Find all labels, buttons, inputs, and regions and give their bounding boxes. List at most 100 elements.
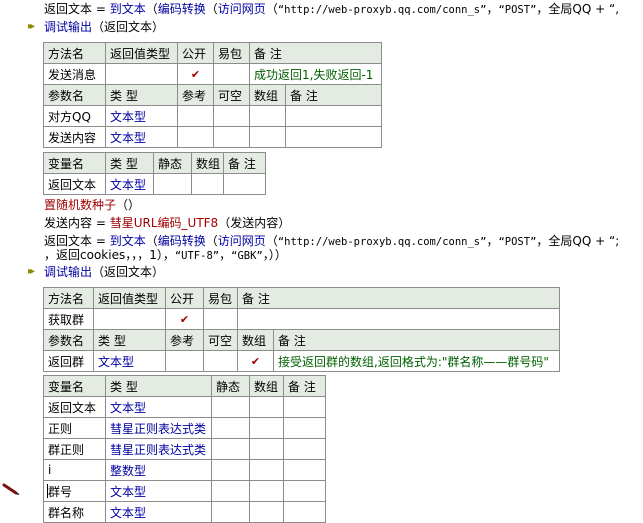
param-name-cell[interactable]: 对方QQ — [43, 105, 106, 127]
checkmark-icon[interactable]: ✔ — [165, 308, 204, 330]
easy-pack-cell[interactable] — [203, 308, 238, 330]
pencil-icon — [2, 483, 20, 495]
code-line-random-seed[interactable]: 置随机数种子（） — [44, 197, 140, 213]
code-line-debug-output-2[interactable]: 调试输出（返回文本） — [44, 264, 164, 280]
method-table-send-message: 方法名 返回值类型 公开 易包 备 注 发送消息 ✔ 成功返回1,失败返回-1 … — [43, 42, 383, 148]
var-name-cell[interactable]: 返回文本 — [43, 173, 106, 195]
func-to-text: 到文本 — [109, 234, 146, 248]
func-url-encode-utf8: 彗星URL编码_UTF8 — [109, 216, 219, 230]
global-qq-var: 全局QQ — [548, 234, 592, 248]
var-type-cell[interactable]: 彗星正则表达式类 — [105, 438, 212, 460]
method-name-cell[interactable]: 发送消息 — [43, 63, 106, 85]
table-row[interactable]: 返回群 文本型 ✔ 接受返回群的数组,返回格式为:"群名称——群号码" — [43, 350, 561, 372]
method-name-cell[interactable]: 获取群 — [43, 308, 94, 330]
table-row[interactable]: 返回文本 文本型 — [43, 173, 266, 195]
return-type-cell[interactable] — [93, 308, 166, 330]
table-row[interactable]: 发送内容 文本型 — [43, 126, 383, 148]
var-name-cell[interactable]: 返回文本 — [43, 396, 106, 418]
header-note: 备 注 — [223, 152, 266, 174]
header-array: 数组 — [237, 329, 274, 351]
param-type-cell[interactable]: 文本型 — [105, 126, 178, 148]
func-encode-convert: 编码转换 — [157, 2, 206, 16]
header-var-name: 变量名 — [43, 375, 106, 397]
header-nullable: 可空 — [213, 84, 250, 106]
func-set-random-seed: 置随机数种子 — [44, 198, 117, 212]
expand-arrow-icon[interactable]: ▸▸ — [28, 21, 35, 32]
table-row[interactable]: 群名称 文本型 — [43, 501, 326, 523]
param-name-cell[interactable]: 发送内容 — [43, 126, 106, 148]
header-note: 备 注 — [248, 42, 383, 64]
var-type-cell[interactable]: 文本型 — [105, 396, 212, 418]
func-debug-output: 调试输出 — [44, 265, 93, 279]
header-easy-pack: 易包 — [203, 287, 238, 309]
var-table-get-group: 变量名 类 型 静态 数组 备 注 返回文本 文本型 正则 彗星正则表达式类 群… — [43, 375, 326, 523]
note-cell[interactable]: 成功返回1,失败返回-1 — [248, 63, 383, 85]
param-type-cell[interactable]: 文本型 — [105, 105, 178, 127]
var-name-cell[interactable]: 群名称 — [43, 501, 106, 523]
var-table-send-message: 变量名 类 型 静态 数组 备 注 返回文本 文本型 — [43, 152, 266, 195]
header-var-name: 变量名 — [43, 152, 106, 174]
header-array: 数组 — [191, 152, 224, 174]
global-qq-var: 全局QQ — [548, 2, 592, 16]
header-public: 公开 — [165, 287, 204, 309]
var-name-cell[interactable]: 群正则 — [43, 438, 106, 460]
var-type-cell[interactable]: 文本型 — [105, 173, 154, 195]
var-name: 返回文本 — [44, 2, 93, 16]
code-line-return-text-1[interactable]: 返回文本 = 到文本（编码转换（访问网页（“http://web-proxyb.… — [44, 1, 619, 17]
method-table-get-group: 方法名 返回值类型 公开 易包 备 注 获取群 ✔ 参数名 类 型 参考 可空 … — [43, 287, 561, 372]
code-line-debug-output-1[interactable]: 调试输出（返回文本） — [44, 19, 164, 35]
url-string: “http://web-proxyb.qq.com/conn_s” — [277, 4, 487, 16]
var-type-cell[interactable]: 文本型 — [105, 480, 212, 502]
easy-pack-cell[interactable] — [213, 63, 250, 85]
func-debug-output: 调试输出 — [44, 20, 93, 34]
header-param-name: 参数名 — [43, 84, 106, 106]
note-cell[interactable] — [236, 308, 561, 330]
header-array: 数组 — [249, 375, 284, 397]
url-string: “http://web-proxyb.qq.com/conn_s” — [277, 236, 487, 248]
header-method-name: 方法名 — [43, 42, 106, 64]
table-row[interactable]: 对方QQ 文本型 — [43, 105, 383, 127]
header-type: 类 型 — [105, 375, 212, 397]
table-row[interactable]: 返回文本 文本型 — [43, 396, 326, 418]
header-easy-pack: 易包 — [213, 42, 250, 64]
var-name-cell[interactable]: 正则 — [43, 417, 106, 439]
func-visit-web: 访问网页 — [217, 2, 266, 16]
header-static: 静态 — [153, 152, 192, 174]
var-type-cell[interactable]: 彗星正则表达式类 — [105, 417, 212, 439]
code-line-return-text-2-cont[interactable]: ，返回cookies，，，1），“UTF-8”，“GBK”，）） — [44, 247, 287, 263]
table-row[interactable]: 群号 文本型 — [43, 480, 326, 502]
checkmark-icon[interactable]: ✔ — [237, 350, 274, 372]
method-string: “POST” — [498, 4, 537, 16]
header-type: 类 型 — [93, 329, 166, 351]
table-row[interactable]: 正则 彗星正则表达式类 — [43, 417, 326, 439]
header-static: 静态 — [211, 375, 250, 397]
table-row[interactable]: i 整数型 — [43, 459, 326, 481]
text-caret — [47, 484, 48, 498]
return-type-cell[interactable] — [105, 63, 178, 85]
header-note: 备 注 — [236, 287, 561, 309]
header-return-type: 返回值类型 — [93, 287, 166, 309]
header-param-name: 参数名 — [43, 329, 94, 351]
header-reference: 参考 — [177, 84, 214, 106]
header-note: 备 注 — [272, 329, 561, 351]
param-name-cell[interactable]: 返回群 — [43, 350, 94, 372]
header-array: 数组 — [249, 84, 286, 106]
header-method-name: 方法名 — [43, 287, 94, 309]
var-name-cell[interactable]: i — [43, 459, 106, 481]
header-public: 公开 — [177, 42, 214, 64]
func-to-text: 到文本 — [109, 2, 146, 16]
table-row[interactable]: 群正则 彗星正则表达式类 — [43, 438, 326, 460]
var-type-cell[interactable]: 文本型 — [105, 501, 212, 523]
header-return-type: 返回值类型 — [105, 42, 178, 64]
code-line-send-content[interactable]: 发送内容 = 彗星URL编码_UTF8（发送内容） — [44, 215, 290, 231]
func-encode-convert: 编码转换 — [157, 234, 206, 248]
expand-arrow-icon[interactable]: ▸▸ — [28, 266, 35, 277]
var-type-cell[interactable]: 整数型 — [105, 459, 212, 481]
checkmark-icon[interactable]: ✔ — [177, 63, 214, 85]
header-note: 备 注 — [283, 375, 326, 397]
header-note: 备 注 — [284, 84, 383, 106]
param-type-cell[interactable]: 文本型 — [93, 350, 166, 372]
var-name-cell[interactable]: 群号 — [43, 480, 106, 502]
param-note-cell[interactable]: 接受返回群的数组,返回格式为:"群名称——群号码" — [272, 350, 561, 372]
func-visit-web: 访问网页 — [217, 234, 266, 248]
